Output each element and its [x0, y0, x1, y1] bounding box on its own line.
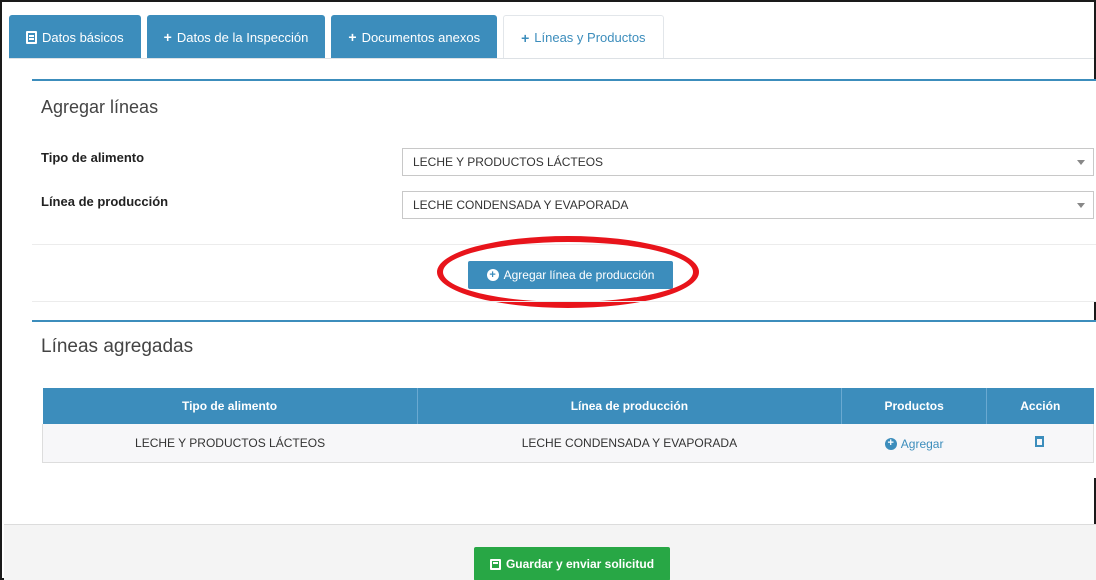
plus-icon: + [521, 29, 530, 46]
food-type-value: LECHE Y PRODUCTOS LÁCTEOS [413, 155, 604, 169]
production-line-label: Línea de producción [41, 194, 169, 209]
tab-documentos-anexos[interactable]: + Documentos anexos [331, 15, 498, 59]
panel-title: Líneas agregadas [41, 336, 194, 357]
food-type-label: Tipo de alimento [41, 150, 145, 165]
link-label: Agregar [900, 436, 944, 451]
tab-divider [9, 58, 1094, 59]
tab-datos-basicos[interactable]: Datos básicos [9, 15, 141, 59]
cell-food-type: LECHE Y PRODUCTOS LÁCTEOS [42, 424, 418, 463]
plus-circle-icon: + [486, 269, 499, 281]
table-row: LECHE Y PRODUCTOS LÁCTEOS LECHE CONDENSA… [42, 424, 1094, 463]
chevron-down-icon [1077, 203, 1085, 208]
screenshot-frame: Datos básicos + Datos de la Inspección +… [0, 0, 1096, 580]
column-header: Línea de producción [417, 388, 843, 424]
tab-lineas-productos[interactable]: + Líneas y Productos [503, 15, 664, 59]
footer: Guardar y enviar solicitud [4, 524, 1096, 580]
cell-production-line: LECHE CONDENSADA Y EVAPORADA [417, 424, 842, 463]
tab-label: Datos básicos [42, 29, 124, 45]
tab-label: Líneas y Productos [534, 30, 646, 45]
column-header: Tipo de alimento [42, 388, 418, 424]
production-line-value: LECHE CONDENSADA Y EVAPORADA [413, 198, 629, 212]
panel-title: Agregar líneas [41, 97, 159, 117]
button-label: Agregar línea de producción [503, 268, 655, 282]
column-header: Productos [841, 388, 988, 424]
save-icon [489, 558, 501, 570]
column-header: Acción [986, 388, 1094, 424]
tab-label: Datos de la Inspección [176, 29, 309, 45]
tab-datos-inspeccion[interactable]: + Datos de la Inspección [146, 15, 326, 59]
tab-label: Documentos anexos [361, 29, 481, 45]
tab-bar: Datos básicos + Datos de la Inspección +… [9, 15, 664, 59]
chevron-down-icon [1077, 160, 1085, 165]
add-production-line-button[interactable]: + Agregar línea de producción [468, 261, 673, 289]
table-header-row: Tipo de alimento Línea de producción Pro… [42, 388, 1094, 424]
divider [32, 301, 1096, 302]
food-type-select[interactable]: LECHE Y PRODUCTOS LÁCTEOS [402, 148, 1094, 176]
add-lines-panel: Agregar líneas Tipo de alimento LECHE Y … [32, 79, 1096, 308]
document-icon [26, 30, 37, 44]
trash-icon[interactable] [1035, 435, 1045, 447]
production-line-select[interactable]: LECHE CONDENSADA Y EVAPORADA [402, 191, 1094, 219]
cell-products: + Agregar [841, 424, 987, 463]
button-label: Guardar y enviar solicitud [505, 557, 655, 571]
plus-icon: + [348, 29, 357, 45]
save-and-send-button[interactable]: Guardar y enviar solicitud [474, 547, 670, 580]
add-products-link[interactable]: + Agregar [884, 436, 944, 451]
added-lines-panel: Líneas agregadas Tipo de alimento Línea … [32, 320, 1096, 478]
plus-icon: + [163, 29, 172, 45]
added-lines-table: Tipo de alimento Línea de producción Pro… [42, 388, 1094, 463]
plus-circle-icon: + [884, 437, 897, 450]
cell-action [986, 424, 1094, 463]
divider [32, 244, 1096, 245]
